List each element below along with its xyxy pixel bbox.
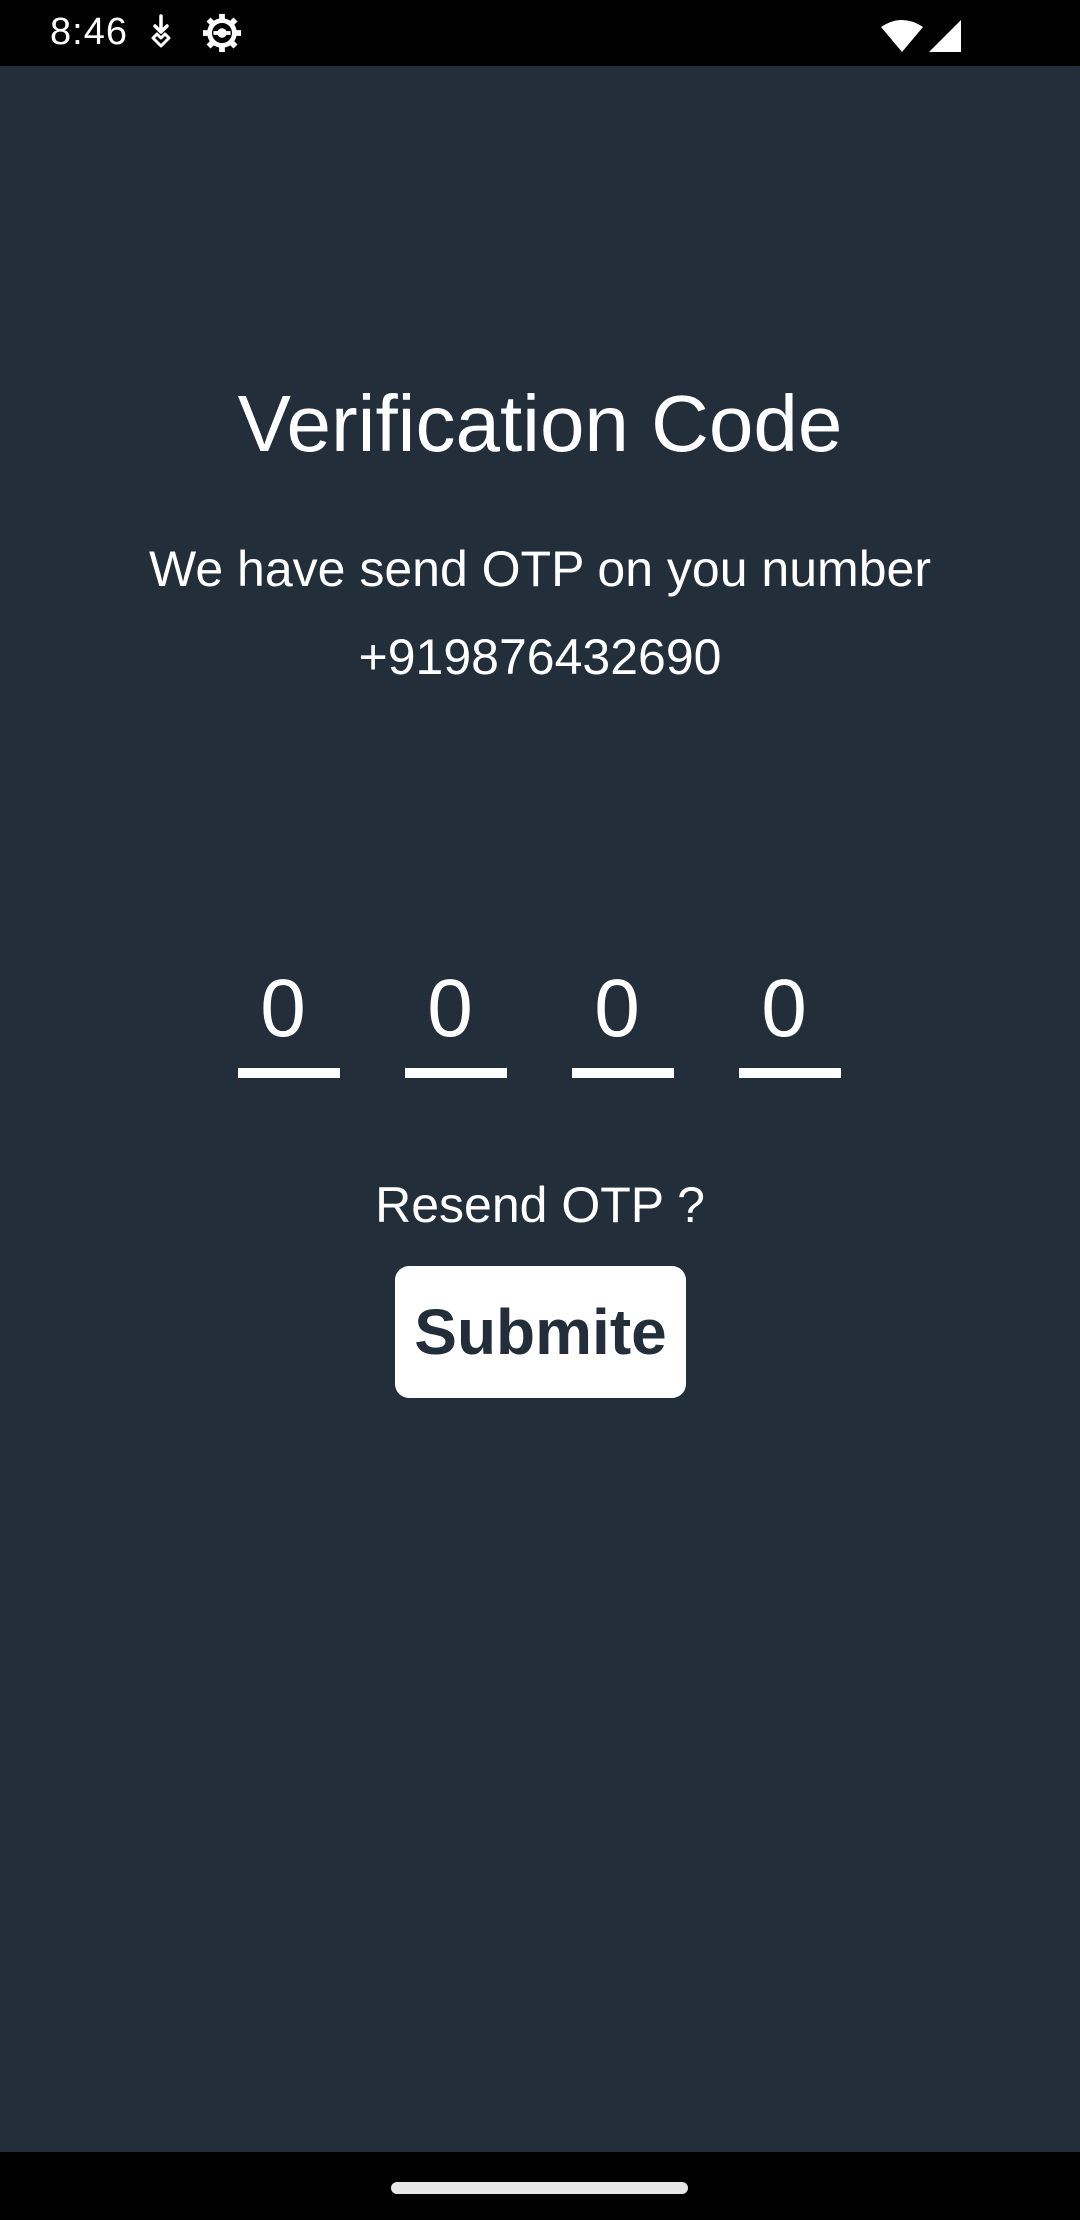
otp-digit-2-value: 0: [427, 963, 473, 1054]
otp-digit-3-underline: [572, 1068, 674, 1078]
settings-gear-icon: [202, 13, 242, 53]
otp-digit-2-field[interactable]: 0: [405, 898, 507, 1078]
download-notification-icon: [151, 14, 171, 48]
status-time: 8:46: [50, 11, 128, 53]
otp-digit-2-underline: [405, 1068, 507, 1078]
status-bar: 8:46: [0, 0, 1080, 66]
otp-digit-4-underline: [739, 1068, 841, 1078]
wifi-icon: [881, 20, 923, 52]
home-gesture-handle[interactable]: [391, 2182, 688, 2194]
phone-number: +919876432690: [358, 629, 722, 685]
otp-digit-4-value: 0: [761, 963, 807, 1054]
otp-input-row: 0 0 0 0: [0, 898, 1080, 1078]
otp-digit-3-value: 0: [594, 963, 640, 1054]
otp-digit-3-field[interactable]: 0: [572, 898, 674, 1078]
cell-signal-icon: [929, 20, 961, 52]
navigation-bar: [0, 2152, 1080, 2220]
resend-otp-link[interactable]: Resend OTP ?: [0, 1180, 1080, 1230]
verification-content: Verification Code We have send OTP on yo…: [0, 66, 1080, 2152]
otp-sent-message: We have send OTP on you number: [149, 541, 931, 597]
otp-digit-4-field[interactable]: 0: [739, 898, 841, 1078]
submit-button[interactable]: Submite: [395, 1266, 686, 1398]
page-title: Verification Code: [237, 379, 843, 468]
otp-digit-1-value: 0: [260, 963, 306, 1054]
phone-screen: 8:46 Verification Code We have send OTP …: [0, 0, 1080, 2220]
otp-digit-1-field[interactable]: 0: [238, 898, 340, 1078]
otp-digit-1-underline: [238, 1068, 340, 1078]
